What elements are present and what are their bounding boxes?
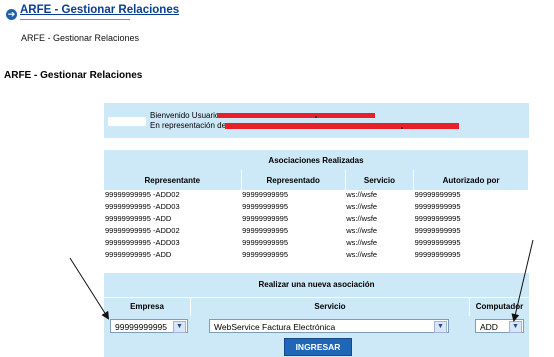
annotation-arrow-left: [69, 257, 110, 320]
annotation-arrow-right: [511, 239, 534, 322]
annotation-arrows: [69, 239, 534, 322]
